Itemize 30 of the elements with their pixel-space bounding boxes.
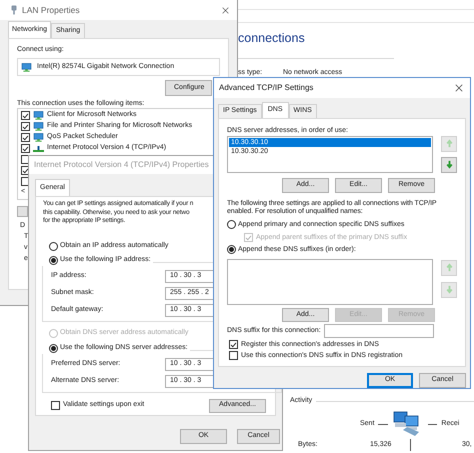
- arrow-up-icon: [444, 263, 454, 272]
- checkbox[interactable]: [229, 351, 238, 360]
- radio-button[interactable]: [227, 245, 236, 254]
- checkbox[interactable]: [51, 401, 60, 410]
- arrow-down-icon: [444, 285, 454, 294]
- radio-button[interactable]: [49, 242, 58, 251]
- close-icon[interactable]: [222, 6, 229, 14]
- plug-icon: [11, 5, 17, 15]
- radio-button[interactable]: [49, 256, 58, 265]
- input-field[interactable]: [324, 324, 434, 338]
- checkbox[interactable]: [21, 144, 30, 153]
- arrow-up-icon: [444, 139, 454, 148]
- checkbox[interactable]: [21, 122, 30, 131]
- window-title: Advanced TCP/IP Settings: [219, 82, 314, 94]
- move-down-button[interactable]: [441, 156, 457, 173]
- checkbox[interactable]: [21, 133, 30, 142]
- page-heading: connections: [237, 30, 306, 46]
- monitor-icon: [21, 62, 32, 72]
- network-computers-icon: [33, 133, 44, 142]
- window-title: LAN Properties: [22, 4, 80, 16]
- checkbox[interactable]: [229, 340, 238, 350]
- network-line-icon: [33, 144, 44, 153]
- close-icon[interactable]: [455, 84, 463, 92]
- arrow-down-icon: [444, 160, 454, 170]
- network-computers-icon: [33, 122, 44, 131]
- radio-button[interactable]: [49, 344, 58, 353]
- radio-button[interactable]: [227, 220, 236, 230]
- network-computers-icon: [33, 111, 44, 120]
- window-title: Internet Protocol Version 4 (TCP/IPv4) Properties: [34, 159, 209, 171]
- checkbox[interactable]: [21, 111, 30, 120]
